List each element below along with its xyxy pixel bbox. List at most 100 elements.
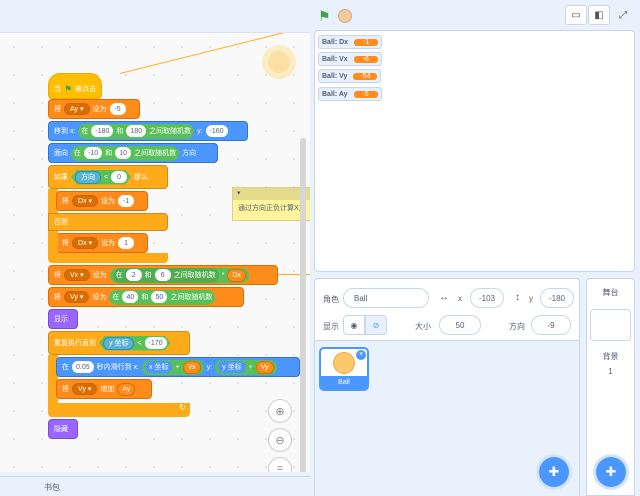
y-arrow-icon: ↕ [515, 292, 520, 303]
variable-monitor[interactable]: Ball: Dx -1 [318, 35, 383, 49]
size-input[interactable]: 50 [439, 315, 481, 335]
variable-dropdown[interactable]: Vy ▾ [64, 291, 90, 303]
stop-icon[interactable] [338, 9, 352, 23]
variable-monitor[interactable]: Ball: Vx -6 [318, 52, 382, 66]
code-comment[interactable]: ▾ 通过方向正负计算X方 [232, 187, 310, 221]
small-stage-icon: ▭ [571, 9, 581, 21]
backpack-label: 书包 [44, 483, 60, 492]
x-input[interactable]: -103 [470, 288, 504, 308]
set-dx-block[interactable]: 将 Dx ▾ 设为 1 [56, 233, 148, 253]
value-input[interactable]: 10 [115, 147, 132, 159]
hat-suffix: 被点击 [75, 86, 97, 93]
less-than-operator[interactable]: y 坐标 < -170 [99, 336, 171, 351]
variable-dropdown[interactable]: Ay ▾ [64, 103, 90, 115]
random-operator[interactable]: 在 -10 和 10 之间取随机数 [71, 145, 180, 161]
x-position-reporter[interactable]: x 坐标 [145, 361, 173, 373]
set-dx-block[interactable]: 将 Dx ▾ 设为 -1 [56, 191, 148, 211]
direction-input[interactable]: -9 [531, 315, 571, 335]
repeat-end: ↻ [48, 403, 190, 417]
variable-monitor[interactable]: Ball: Ay -5 [318, 87, 382, 101]
comment-collapse-icon[interactable]: ▾ [233, 188, 310, 200]
ay-reporter[interactable]: Ay [117, 382, 136, 396]
less-than-operator[interactable]: 方向 < 0 [71, 170, 131, 185]
fullscreen-button[interactable]: ⤢ [612, 5, 634, 25]
variable-dropdown[interactable]: Vy ▾ [72, 383, 98, 395]
add-operator[interactable]: x 坐标 + Vx [142, 359, 204, 375]
code-scrollbar[interactable] [300, 138, 306, 472]
zoom-reset-icon[interactable]: = [268, 457, 292, 472]
goto-xy-block[interactable]: 移到 x: 在 -180 和 180 之间取随机数 y: -160 [48, 121, 248, 141]
block-text: 重复执行直到 [54, 340, 96, 347]
block-text: 设为 [92, 294, 107, 301]
value-input[interactable]: 0.05 [72, 361, 94, 373]
sprite-name-input[interactable]: Ball [343, 288, 429, 308]
large-stage-icon: ◧ [594, 9, 604, 21]
sprite-tile[interactable]: × Ball [319, 347, 369, 391]
zoom-in-icon[interactable]: ⊕ [268, 399, 292, 423]
block-text: 秒内滑行到 x: [96, 364, 140, 371]
random-operator[interactable]: 在2 和6 之间取随机数 [112, 267, 219, 283]
value-input[interactable]: -160 [205, 125, 228, 137]
y-position-reporter[interactable]: y 坐标 [218, 361, 246, 373]
show-visible-button[interactable]: ◉ [343, 315, 365, 335]
hide-block[interactable]: 隐藏 [48, 419, 78, 439]
vx-reporter[interactable]: Vx [182, 360, 201, 374]
value-input[interactable]: 2 [125, 269, 142, 281]
dx-reporter[interactable]: Dx [227, 268, 246, 282]
change-vy-block[interactable]: 将 Vy ▾ 增加 Ay [56, 379, 152, 399]
y-input[interactable]: -180 [540, 288, 574, 308]
variable-monitor[interactable]: Ball: Vy -54 [318, 69, 382, 83]
add-backdrop-button[interactable]: ✚ [596, 457, 626, 487]
show-block[interactable]: 显示 [48, 309, 78, 329]
value-input[interactable]: -170 [145, 337, 167, 349]
small-stage-button[interactable]: ▭ [565, 5, 587, 25]
code-area[interactable]: 当 ⚑ 被点击 将 Ay ▾ 设为 -5 移到 x: 在 -180 和 180 之间… [0, 32, 310, 472]
value-input[interactable]: 0 [111, 171, 127, 183]
multiply-operator[interactable]: 在2 和6 之间取随机数 * Dx [109, 267, 249, 283]
point-direction-block[interactable]: 面向 在 -10 和 10 之间取随机数 方向 [48, 143, 218, 163]
sprite-label: 角色 [323, 295, 339, 304]
variable-dropdown[interactable]: Vx ▾ [64, 269, 90, 281]
large-stage-button[interactable]: ◧ [588, 5, 610, 25]
value-input[interactable]: 180 [126, 125, 147, 137]
sprite-pane: 角色 Ball ↔ x -103 ↕ y -180 显示 ◉ ⊘ 大小 50 方… [314, 278, 580, 496]
zoom-out-icon[interactable]: ⊖ [268, 428, 292, 452]
glide-block[interactable]: 在 0.05 秒内滑行到 x: x 坐标 + Vx y: y 坐标 + Vy [56, 357, 300, 377]
green-flag-icon[interactable]: ⚑ [318, 8, 331, 25]
random-operator[interactable]: 在 -180 和 180 之间取随机数 [78, 123, 195, 139]
delete-sprite-icon[interactable]: × [356, 350, 366, 360]
value-input[interactable]: 50 [151, 291, 168, 303]
sprite-tile-name: Ball [321, 376, 367, 389]
set-ay-block[interactable]: 将 Ay ▾ 设为 -5 [48, 99, 140, 119]
value-input[interactable]: 1 [118, 237, 135, 249]
when-flag-clicked-block[interactable]: 当 ⚑ 被点击 [48, 73, 102, 99]
random-operator[interactable]: 在 40 和 50 之间取随机数 [109, 289, 216, 305]
set-vy-block[interactable]: 将 Vy ▾ 设为 在 40 和 50 之间取随机数 [48, 287, 244, 307]
value-input[interactable]: -1 [118, 195, 135, 207]
vy-reporter[interactable]: Vy [255, 360, 274, 374]
add-sprite-button[interactable]: ✚ [539, 457, 569, 487]
value-input[interactable]: 6 [154, 269, 171, 281]
backdrop-thumbnail[interactable] [590, 309, 631, 341]
sprite-watermark [262, 45, 296, 79]
y-position-reporter[interactable]: y 坐标 [103, 337, 134, 350]
variable-dropdown[interactable]: Dx ▾ [72, 237, 99, 249]
value-input[interactable]: 40 [122, 291, 139, 303]
direction-reporter[interactable]: 方向 [75, 171, 101, 184]
hide-button[interactable]: ⊘ [365, 315, 387, 335]
value-input[interactable]: -180 [91, 125, 114, 137]
stage[interactable]: Ball: Dx -1 Ball: Vx -6 Ball: Vy -54 Ball: … [314, 30, 635, 272]
variable-dropdown[interactable]: Dx ▾ [72, 195, 99, 207]
cat-plus-icon: ✚ [548, 464, 560, 479]
value-input[interactable]: -5 [109, 103, 126, 115]
repeat-until-block[interactable]: 重复执行直到 y 坐标 < -170 [48, 331, 190, 355]
backpack-bar[interactable]: 书包 [0, 476, 310, 496]
stage-pane[interactable]: 舞台 背景 1 ✚ [586, 278, 635, 496]
set-vx-block[interactable]: 将 Vx ▾ 设为 在2 和6 之间取随机数 * Dx [48, 265, 278, 285]
block-text: 设为 [92, 106, 107, 113]
if-else-block[interactable]: 如果 方向 < 0 那么 [48, 165, 168, 189]
eye-icon: ◉ [350, 320, 358, 330]
ball-thumbnail [333, 352, 355, 374]
add-operator[interactable]: y 坐标 + Vy [215, 359, 277, 375]
value-input[interactable]: -10 [84, 147, 103, 159]
